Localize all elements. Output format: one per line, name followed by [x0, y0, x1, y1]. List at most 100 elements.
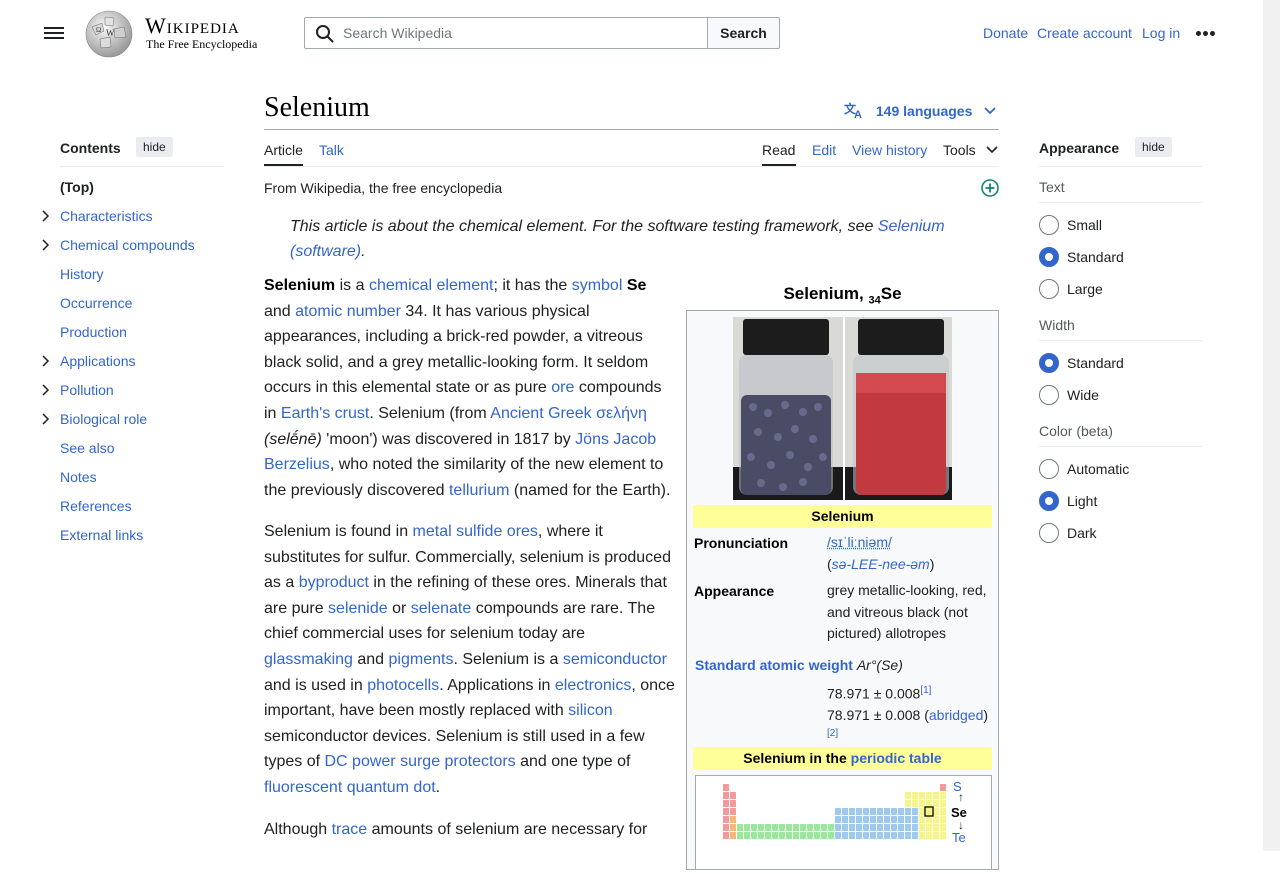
article-link[interactable]: Earth's crust: [281, 405, 369, 422]
article-link[interactable]: photocells: [367, 677, 439, 694]
ref-2[interactable]: [2]: [827, 728, 838, 739]
wikipedia-globe-logo[interactable]: W Ω: [84, 9, 134, 59]
toc-item[interactable]: Applications: [60, 353, 136, 369]
search-input[interactable]: [341, 18, 701, 48]
page-scrollbar[interactable]: [1263, 0, 1280, 851]
paragraph-1: Selenium is a chemical element; it has t…: [264, 273, 676, 503]
log-in-link[interactable]: Log in: [1142, 25, 1180, 41]
tab-view-history[interactable]: View history: [852, 142, 927, 158]
toc-item[interactable]: Chemical compounds: [60, 237, 195, 253]
ref-1[interactable]: [1]: [920, 685, 931, 696]
pt-cell: [730, 792, 736, 799]
color-radio[interactable]: [1039, 459, 1059, 479]
width-radio[interactable]: [1039, 353, 1059, 373]
tab-edit[interactable]: Edit: [812, 142, 836, 158]
chevron-right-icon[interactable]: [40, 384, 52, 396]
main-menu-button[interactable]: [40, 22, 68, 44]
pronunciation-ipa-link[interactable]: /sɪˈliːniəm/: [827, 534, 892, 550]
pt-cell: [905, 800, 911, 807]
toc-item[interactable]: Occurrence: [60, 295, 132, 311]
width-option-label[interactable]: Wide: [1067, 387, 1099, 403]
abridged-link[interactable]: abridged: [929, 707, 984, 723]
toc-item[interactable]: Production: [60, 324, 127, 340]
periodic-table-link[interactable]: periodic table: [851, 750, 942, 766]
more-options-icon[interactable]: [1196, 31, 1216, 37]
pt-cell: [849, 808, 855, 815]
add-plus-icon[interactable]: [980, 178, 1000, 198]
article-link[interactable]: Ancient Greek: [490, 405, 591, 422]
neighbor-below-link[interactable]: Te: [952, 830, 966, 845]
atomic-weight-values: 78.971 ± 0.008[1] 78.971 ± 0.008 (abridg…: [827, 680, 997, 748]
toc-item[interactable]: Pollution: [60, 382, 114, 398]
pt-cell: [891, 816, 897, 823]
article-link[interactable]: trace: [332, 821, 368, 838]
article-link[interactable]: fluorescent quantum dot: [264, 779, 436, 796]
color-option-label[interactable]: Light: [1067, 493, 1097, 509]
search-box[interactable]: [304, 17, 708, 49]
search-button[interactable]: Search: [707, 17, 780, 49]
article-link[interactable]: selenide: [328, 600, 388, 617]
text-size-option-label[interactable]: Large: [1067, 281, 1103, 297]
text-size-option-label[interactable]: Small: [1067, 217, 1102, 233]
tab-talk[interactable]: Talk: [319, 142, 344, 158]
hatnote-text: This article is about the chemical eleme…: [290, 218, 878, 235]
article-link[interactable]: DC power surge protectors: [324, 753, 515, 770]
text-size-option-label[interactable]: Standard: [1067, 249, 1124, 265]
color-option-label[interactable]: Automatic: [1067, 461, 1129, 477]
width-option-label[interactable]: Standard: [1067, 355, 1124, 371]
article-link[interactable]: tellurium: [449, 482, 509, 499]
chevron-right-icon[interactable]: [40, 413, 52, 425]
create-account-link[interactable]: Create account: [1037, 25, 1132, 41]
toc-item[interactable]: (Top): [60, 179, 94, 195]
wordmark[interactable]: Wikipedia: [145, 13, 240, 39]
toc-item[interactable]: History: [60, 266, 104, 282]
toc-hide-button[interactable]: hide: [136, 137, 173, 157]
chevron-right-icon[interactable]: [40, 239, 52, 251]
tab-article[interactable]: Article: [264, 142, 303, 158]
pt-cell: [933, 800, 939, 807]
tools-menu[interactable]: Tools: [943, 142, 998, 158]
pt-cell: [877, 832, 883, 839]
appearance-hide-button[interactable]: hide: [1135, 137, 1172, 157]
color-option-label[interactable]: Dark: [1067, 525, 1097, 541]
toc-item[interactable]: References: [60, 498, 132, 514]
donate-link[interactable]: Donate: [983, 25, 1028, 41]
article-link[interactable]: symbol: [572, 277, 623, 294]
article-link[interactable]: electronics: [555, 677, 631, 694]
periodic-table-mini[interactable]: S ↑ Se ↓ Te: [695, 775, 992, 870]
standard-atomic-weight-link[interactable]: Standard atomic weight: [695, 657, 853, 673]
chevron-right-icon[interactable]: [40, 355, 52, 367]
language-button[interactable]: 文 A 149 languages: [844, 101, 996, 119]
pronunciation-value: /sɪˈliːniəm/ (sə-LEE-nee-əm): [827, 532, 997, 575]
pronunciation-respell-link[interactable]: sə-LEE-nee-əm: [832, 556, 930, 572]
toc-item[interactable]: External links: [60, 527, 143, 543]
article-link[interactable]: selenate: [411, 600, 472, 617]
article-link[interactable]: semiconductor: [563, 651, 667, 668]
text-size-radio[interactable]: [1039, 215, 1059, 235]
article-link[interactable]: byproduct: [299, 574, 369, 591]
text-size-radio[interactable]: [1039, 279, 1059, 299]
pt-cell: [912, 792, 918, 799]
color-radio[interactable]: [1039, 491, 1059, 511]
toc-item[interactable]: See also: [60, 440, 114, 456]
article-link[interactable]: silicon: [568, 702, 612, 719]
pt-cell: [870, 816, 876, 823]
article-link[interactable]: metal sulfide ores: [413, 523, 538, 540]
toc-item[interactable]: Biological role: [60, 411, 147, 427]
article-link[interactable]: ore: [551, 379, 574, 396]
pt-cell: [779, 824, 785, 831]
body-text: 'moon') was discovered in 1817 by: [322, 431, 575, 448]
width-radio[interactable]: [1039, 385, 1059, 405]
article-link[interactable]: atomic number: [295, 303, 401, 320]
selenium-samples-photo[interactable]: [733, 317, 952, 500]
toc-item[interactable]: Notes: [60, 469, 97, 485]
text-size-radio[interactable]: [1039, 247, 1059, 267]
article-link[interactable]: glassmaking: [264, 651, 353, 668]
tab-read[interactable]: Read: [762, 142, 795, 158]
article-link[interactable]: σελήνη: [596, 405, 647, 422]
toc-item[interactable]: Characteristics: [60, 208, 153, 224]
chevron-right-icon[interactable]: [40, 210, 52, 222]
article-link[interactable]: chemical element: [369, 277, 494, 294]
article-link[interactable]: pigments: [389, 651, 454, 668]
color-radio[interactable]: [1039, 523, 1059, 543]
